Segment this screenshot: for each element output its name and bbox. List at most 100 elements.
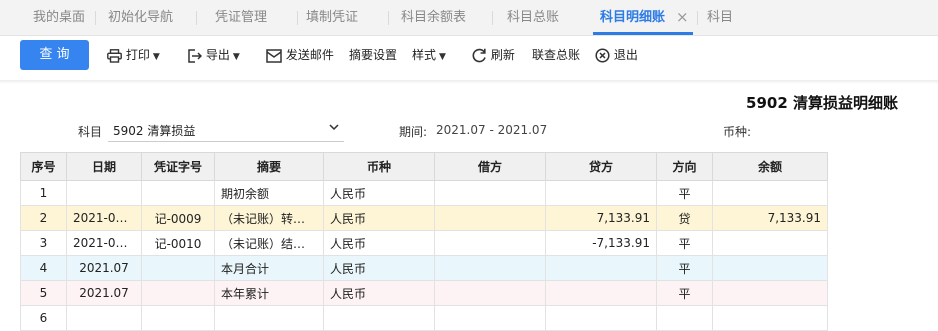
cell-no: 4 bbox=[20, 255, 67, 281]
cell-direction bbox=[656, 305, 713, 331]
tab-bar: 我的桌面 初始化导航 凭证管理 填制凭证 科目余额表 科目总账 科目明细账 × … bbox=[0, 0, 938, 36]
chevron-down-icon bbox=[329, 124, 339, 131]
table-row[interactable]: 4 2021.07 本月合计 人民币 平 bbox=[20, 255, 828, 281]
column-header-credit[interactable]: 贷方 bbox=[545, 152, 657, 181]
summary-settings-button[interactable]: 摘要设置 bbox=[349, 40, 397, 70]
column-header-summary[interactable]: 摘要 bbox=[214, 152, 324, 181]
tab-separator bbox=[196, 11, 197, 25]
refresh-label: 刷新 bbox=[490, 48, 515, 62]
currency-label: 币种: bbox=[723, 125, 752, 139]
table-row[interactable]: 3 2021-07… 记-0010 （未记账）结… 人民币 -7,133.91 … bbox=[20, 230, 828, 256]
refresh-button[interactable]: 刷新 bbox=[472, 40, 515, 70]
subject-label: 科目 bbox=[78, 125, 103, 139]
linked-ledger-button[interactable]: 联查总账 bbox=[532, 40, 580, 70]
export-button[interactable]: 导出 ▼ bbox=[187, 40, 240, 70]
cell-debit bbox=[434, 180, 546, 206]
column-header-balance[interactable]: 余额 bbox=[712, 152, 828, 181]
cell-no: 3 bbox=[20, 230, 67, 256]
exit-button[interactable]: 退出 bbox=[595, 40, 638, 70]
tab-separator bbox=[95, 11, 96, 25]
column-header-no[interactable]: 序号 bbox=[20, 152, 67, 181]
column-header-date[interactable]: 日期 bbox=[66, 152, 142, 181]
cell-summary: 本年累计 bbox=[214, 280, 324, 306]
tab-account[interactable]: 科目 bbox=[707, 0, 733, 35]
cell-summary: 本月合计 bbox=[214, 255, 324, 281]
cell-direction: 平 bbox=[656, 230, 713, 256]
cell-balance: 7,133.91 bbox=[712, 205, 828, 231]
tab-separator bbox=[297, 11, 298, 25]
column-header-voucher[interactable]: 凭证字号 bbox=[141, 152, 215, 181]
refresh-icon bbox=[472, 48, 486, 63]
cell-credit bbox=[545, 180, 657, 206]
tab-general-ledger[interactable]: 科目总账 bbox=[507, 0, 559, 35]
subject-value: 5902 清算损益 bbox=[113, 124, 196, 138]
table-row[interactable]: 2 2021-07… 记-0009 （未记账）转… 人民币 7,133.91 贷… bbox=[20, 205, 828, 231]
cell-no: 1 bbox=[20, 180, 67, 206]
close-circle-icon bbox=[595, 48, 610, 63]
chevron-down-icon: ▼ bbox=[152, 52, 160, 62]
cell-direction: 平 bbox=[656, 180, 713, 206]
page-title: 5902 清算损益明细账 bbox=[746, 94, 898, 112]
cell-debit bbox=[434, 305, 546, 331]
active-tab-indicator bbox=[593, 32, 693, 35]
cell-voucher[interactable]: 记-0010 bbox=[141, 230, 215, 256]
cell-direction: 平 bbox=[656, 280, 713, 306]
cell-currency: 人民币 bbox=[323, 180, 435, 206]
table-row[interactable]: 5 2021.07 本年累计 人民币 平 bbox=[20, 280, 828, 306]
cell-credit bbox=[545, 305, 657, 331]
ledger-table: 序号 日期 凭证字号 摘要 币种 借方 贷方 方向 余额 1 期初余额 人民币 … bbox=[20, 152, 828, 331]
cell-date: 2021.07 bbox=[66, 255, 142, 281]
cell-date: 2021.07 bbox=[66, 280, 142, 306]
send-mail-button[interactable]: 发送邮件 bbox=[266, 40, 334, 70]
tab-init-guide[interactable]: 初始化导航 bbox=[108, 0, 173, 35]
export-icon bbox=[188, 48, 203, 63]
cell-voucher[interactable]: 记-0009 bbox=[141, 205, 215, 231]
print-button[interactable]: 打印 ▼ bbox=[107, 40, 160, 70]
print-label: 打印 bbox=[125, 48, 150, 62]
cell-currency: 人民币 bbox=[323, 280, 435, 306]
cell-summary bbox=[214, 305, 324, 331]
tab-voucher-management[interactable]: 凭证管理 bbox=[215, 0, 267, 35]
tab-separator bbox=[492, 11, 493, 25]
cell-date bbox=[66, 180, 142, 206]
cell-credit bbox=[545, 255, 657, 281]
tab-my-desktop[interactable]: 我的桌面 bbox=[33, 0, 85, 35]
cell-voucher[interactable] bbox=[141, 180, 215, 206]
tab-account-balance[interactable]: 科目余额表 bbox=[401, 0, 466, 35]
cell-balance bbox=[712, 255, 828, 281]
column-header-currency[interactable]: 币种 bbox=[323, 152, 435, 181]
cell-summary: （未记账）转… bbox=[214, 205, 324, 231]
tab-separator bbox=[697, 11, 698, 25]
toolbar: 查 询 打印 ▼ 导出 ▼ 发送邮件 摘要设置 样式 ▼ 刷新 联查总账 退出 bbox=[0, 36, 938, 80]
cell-no: 6 bbox=[20, 305, 67, 331]
style-button[interactable]: 样式 ▼ bbox=[412, 40, 446, 70]
query-button[interactable]: 查 询 bbox=[20, 40, 89, 70]
subject-select[interactable]: 5902 清算损益 bbox=[108, 121, 344, 142]
cell-voucher bbox=[141, 280, 215, 306]
column-header-debit[interactable]: 借方 bbox=[434, 152, 546, 181]
close-icon[interactable]: × bbox=[676, 0, 689, 35]
tab-subsidiary-ledger[interactable]: 科目明细账 bbox=[600, 0, 665, 35]
cell-currency bbox=[323, 305, 435, 331]
cell-credit: 7,133.91 bbox=[545, 205, 657, 231]
cell-balance bbox=[712, 230, 828, 256]
table-row[interactable]: 1 期初余额 人民币 平 bbox=[20, 180, 828, 206]
cell-date: 2021-07… bbox=[66, 205, 142, 231]
column-header-direction[interactable]: 方向 bbox=[656, 152, 713, 181]
cell-summary: 期初余额 bbox=[214, 180, 324, 206]
cell-direction: 贷 bbox=[656, 205, 713, 231]
cell-balance bbox=[712, 280, 828, 306]
send-mail-label: 发送邮件 bbox=[285, 48, 334, 62]
table-header-row: 序号 日期 凭证字号 摘要 币种 借方 贷方 方向 余额 bbox=[20, 152, 828, 181]
cell-direction: 平 bbox=[656, 255, 713, 281]
cell-debit bbox=[434, 205, 546, 231]
printer-icon bbox=[107, 48, 122, 63]
chevron-down-icon: ▼ bbox=[439, 52, 446, 62]
table-row[interactable]: 6 bbox=[20, 305, 828, 331]
toolbar-divider bbox=[0, 80, 938, 84]
tab-fill-voucher[interactable]: 填制凭证 bbox=[306, 0, 358, 35]
cell-no: 5 bbox=[20, 280, 67, 306]
exit-label: 退出 bbox=[613, 48, 638, 62]
cell-summary: （未记账）结… bbox=[214, 230, 324, 256]
cell-voucher bbox=[141, 305, 215, 331]
